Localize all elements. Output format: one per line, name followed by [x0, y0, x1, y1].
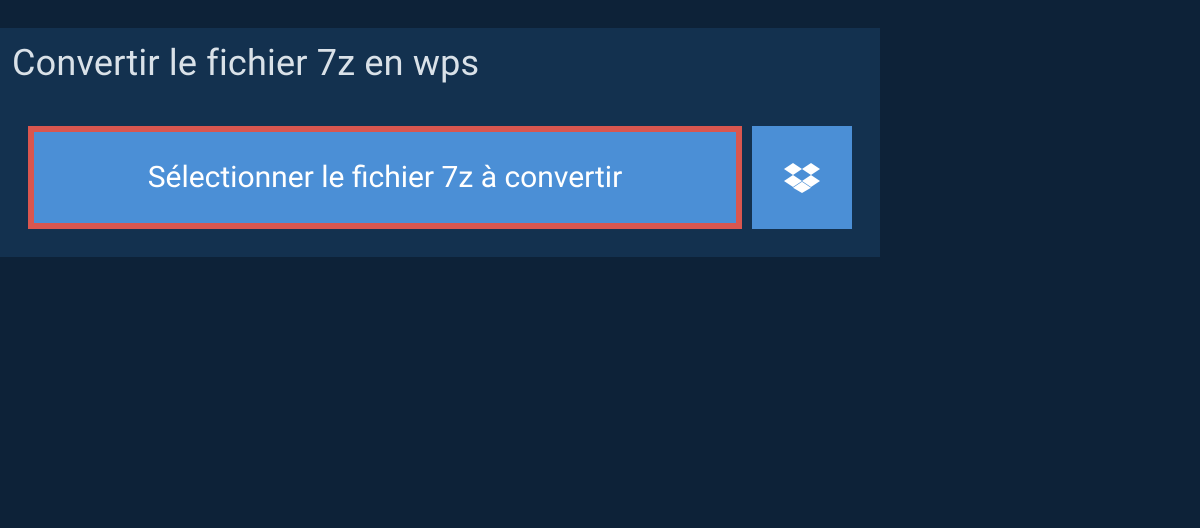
dropbox-icon — [784, 160, 820, 196]
title-container: Convertir le fichier 7z en wps — [0, 28, 507, 102]
button-row: Sélectionner le fichier 7z à convertir — [0, 102, 880, 257]
converter-panel: Convertir le fichier 7z en wps Sélection… — [0, 28, 880, 257]
dropbox-button[interactable] — [752, 126, 852, 229]
page-title: Convertir le fichier 7z en wps — [12, 42, 479, 84]
select-file-button[interactable]: Sélectionner le fichier 7z à convertir — [28, 126, 742, 229]
